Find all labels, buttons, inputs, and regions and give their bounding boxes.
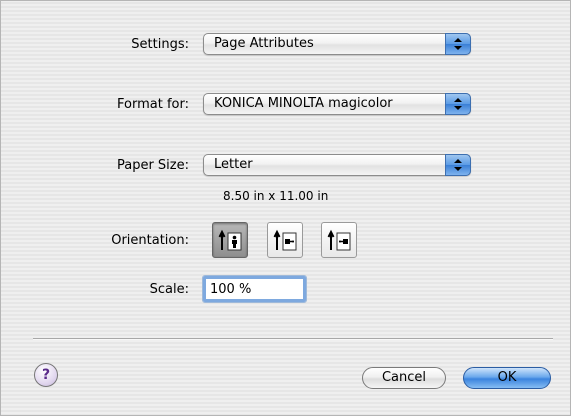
popup-arrows-icon — [445, 154, 471, 176]
scale-input[interactable] — [202, 275, 307, 303]
orientation-portrait-button[interactable] — [212, 222, 248, 258]
scale-label: Scale: — [149, 282, 189, 297]
popup-arrows-icon — [445, 93, 471, 115]
orientation-label: Orientation: — [111, 233, 189, 248]
orientation-landscape-left-button[interactable] — [267, 222, 303, 258]
orientation-landscape-right-button[interactable] — [321, 222, 357, 258]
format-for-label: Format for: — [117, 97, 189, 112]
settings-popup[interactable]: Page Attributes — [203, 33, 471, 55]
paper-size-popup[interactable]: Letter — [203, 154, 471, 176]
format-for-popup[interactable]: KONICA MINOLTA magicolor — [203, 93, 471, 115]
ok-button[interactable]: OK — [463, 367, 551, 389]
divider — [33, 338, 553, 340]
settings-label: Settings: — [131, 37, 189, 52]
paper-size-label: Paper Size: — [116, 158, 189, 173]
cancel-button[interactable]: Cancel — [362, 367, 446, 389]
help-button[interactable]: ? — [34, 363, 58, 387]
settings-value: Page Attributes — [214, 36, 314, 51]
paper-size-dimensions: 8.50 in x 11.00 in — [223, 189, 329, 203]
paper-size-value: Letter — [214, 157, 253, 172]
popup-arrows-icon — [445, 33, 471, 55]
format-for-value: KONICA MINOLTA magicolor — [214, 96, 393, 111]
